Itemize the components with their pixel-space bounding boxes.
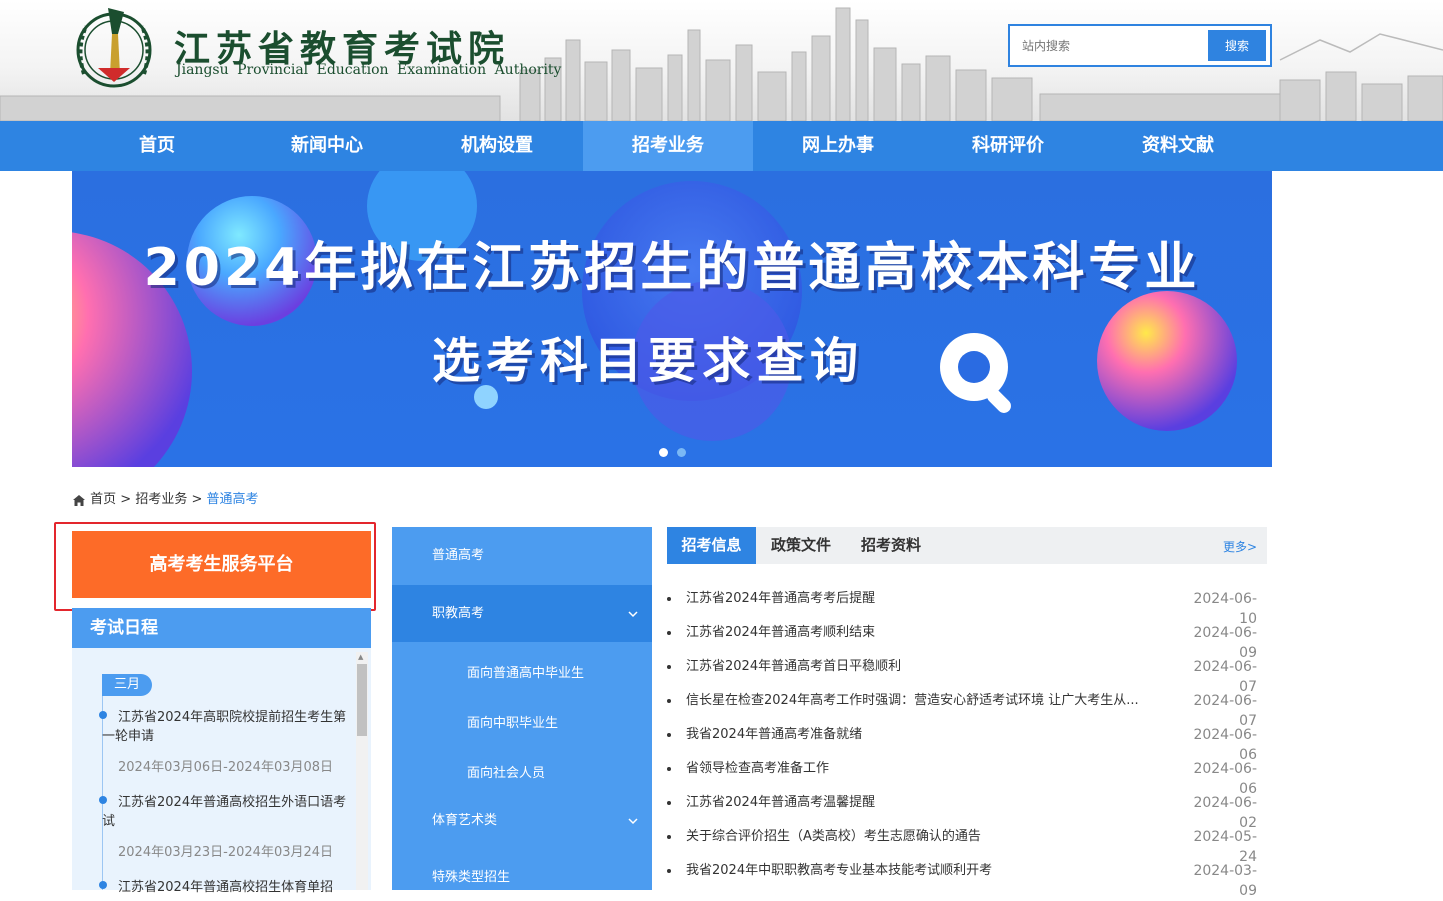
news-item[interactable]: 我省2024年中职职教高考专业基本技能考试顺利开考 2024-03-09 [667,861,1267,899]
tab-admission-materials[interactable]: 招考资料 [846,527,936,564]
home-icon [73,494,85,506]
news-item[interactable]: 江苏省2024年普通高考首日平稳顺利 2024-06-07 [667,657,1267,695]
news-title[interactable]: 信长星在检查2024年高考工作时强调：营造安心舒适考试环境 让广大考生从... [686,691,1172,711]
tab-admission-info[interactable]: 招考信息 [667,527,756,564]
submenu-item-vocational-grads[interactable]: 面向中职毕业生 [392,699,652,749]
schedule-event-title[interactable]: 江苏省2024年高职院校提前招生考生第一轮申请 [102,708,354,746]
breadcrumb-current[interactable]: 普通高考 [207,492,259,507]
news-item[interactable]: 省领导检查高考准备工作 2024-06-06 [667,759,1267,797]
news-title[interactable]: 我省2024年普通高考准备就绪 [686,725,1172,745]
bullet [667,733,671,737]
chevron-down-icon[interactable] [628,609,638,619]
news-title[interactable]: 江苏省2024年普通高考考后提醒 [686,589,1172,609]
banner-carousel[interactable]: 2024年拟在江苏招生的普通高校本科专业 选考科目要求查询 [72,171,1272,467]
schedule-event-title[interactable]: 江苏省2024年普通高校招生外语口语考试 [102,793,354,831]
search-input[interactable] [1014,30,1207,61]
schedule-event-date: 2024年03月06日-2024年03月08日 [118,760,334,775]
site-search: 搜索 [1008,24,1272,67]
bullet [667,597,671,601]
site-header: 江苏省教育考试院 Jiangsu Provincial Education Ex… [0,0,1443,121]
nav-item-organization[interactable]: 机构设置 [412,121,582,171]
menu-item-general-exam[interactable]: 普通高考 [392,527,652,585]
magnifier-icon [940,333,1011,413]
exam-schedule-title: 考试日程 [72,608,371,648]
breadcrumb-admissions[interactable]: 招考业务 [135,492,187,507]
news-item[interactable]: 关于综合评价招生（A类高校）考生志愿确认的通告 2024-05-24 [667,827,1267,865]
nav-item-online-services[interactable]: 网上办事 [753,121,923,171]
news-title[interactable]: 江苏省2024年普通高考顺利结束 [686,623,1172,643]
nav-item-home[interactable]: 首页 [72,121,242,171]
news-title[interactable]: 江苏省2024年普通高考温馨提醒 [686,793,1172,813]
month-tag: 三月 [102,674,152,696]
news-item[interactable]: 我省2024年普通高考准备就绪 2024-06-06 [667,725,1267,763]
news-item[interactable]: 江苏省2024年普通高考考后提醒 2024-06-10 [667,589,1267,627]
main-nav: 首页 新闻中心 机构设置 招考业务 网上办事 科研评价 资料文献 [0,121,1443,171]
nav-item-documents[interactable]: 资料文献 [1093,121,1263,171]
banner-subheadline: 选考科目要求查询 [432,333,865,389]
more-link[interactable]: 更多> [1223,538,1257,555]
nav-item-news[interactable]: 新闻中心 [242,121,412,171]
chevron-down-icon[interactable] [628,816,638,826]
news-title[interactable]: 我省2024年中职职教高考专业基本技能考试顺利开考 [686,861,1172,881]
section-menu: 普通高考 职教高考 面向普通高中毕业生 面向中职毕业生 面向社会人员 体育艺术类… [392,527,652,890]
news-title[interactable]: 关于综合评价招生（A类高校）考生志愿确认的通告 [686,827,1172,847]
news-item[interactable]: 信长星在检查2024年高考工作时强调：营造安心舒适考试环境 让广大考生从... 2… [667,691,1267,729]
breadcrumb-separator: > [191,492,203,507]
banner-headline: 2024年拟在江苏招生的普通高校本科专业 [143,238,1201,298]
exam-service-platform-button[interactable]: 高考考生服务平台 [72,531,371,598]
scroll-up-arrow-icon[interactable]: ▲ [358,653,366,661]
search-button[interactable]: 搜索 [1208,30,1266,61]
bullet [667,835,671,839]
news-tabs: 招考信息 政策文件 招考资料 [667,527,1267,564]
bullet [667,631,671,635]
banner-decoration [72,171,1237,467]
news-title[interactable]: 江苏省2024年普通高考首日平稳顺利 [686,657,1172,677]
bullet [667,665,671,669]
submenu-item-highschool-grads[interactable]: 面向普通高中毕业生 [392,649,652,699]
menu-item-special-admissions[interactable]: 特殊类型招生 [392,855,652,890]
nav-item-admissions[interactable]: 招考业务 [583,121,753,171]
schedule-scrollbar-thumb[interactable] [357,664,367,736]
carousel-dot-1[interactable] [659,448,668,457]
news-item[interactable]: 江苏省2024年普通高考温馨提醒 2024-06-02 [667,793,1267,831]
breadcrumb-separator: > [120,492,132,507]
schedule-event-date: 2024年03月23日-2024年03月24日 [118,845,334,860]
bullet [667,699,671,703]
menu-item-sports-arts[interactable]: 体育艺术类 [392,799,652,843]
news-title[interactable]: 省领导检查高考准备工作 [686,759,1172,779]
tab-policy-documents[interactable]: 政策文件 [756,527,846,564]
menu-item-vocational-exam[interactable]: 职教高考 [392,585,652,642]
schedule-event-title[interactable]: 江苏省2024年普通高校招生体育单招 [102,878,354,897]
bullet [667,767,671,771]
news-date: 2024-03-09 [1193,863,1257,899]
breadcrumb: 首页 > 招考业务 > 普通高考 [72,491,259,509]
news-item[interactable]: 江苏省2024年普通高考顺利结束 2024-06-09 [667,623,1267,661]
site-subtitle: Jiangsu Provincial Education Examination… [176,62,562,78]
nav-item-research[interactable]: 科研评价 [923,121,1093,171]
breadcrumb-home[interactable]: 首页 [90,492,116,507]
logo-emblem[interactable] [72,4,156,94]
bullet [667,869,671,873]
carousel-dot-2[interactable] [677,448,686,457]
bullet [667,801,671,805]
submenu-item-public[interactable]: 面向社会人员 [392,749,652,799]
